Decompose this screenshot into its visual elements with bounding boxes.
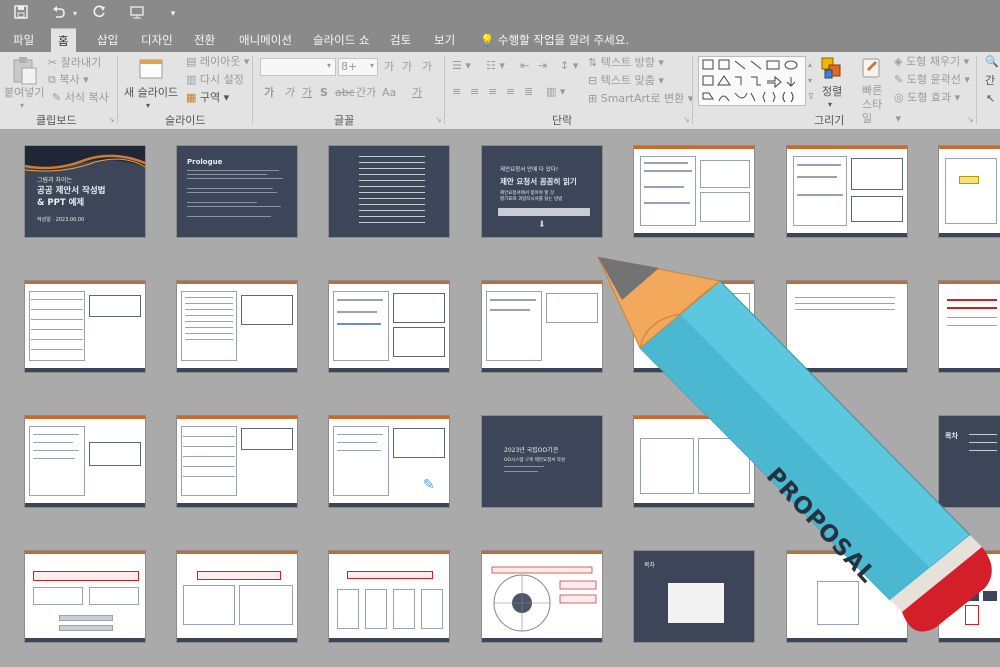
pencil-icon bbox=[597, 256, 992, 632]
pencil-illustration: PROPOSAL bbox=[0, 0, 1000, 667]
